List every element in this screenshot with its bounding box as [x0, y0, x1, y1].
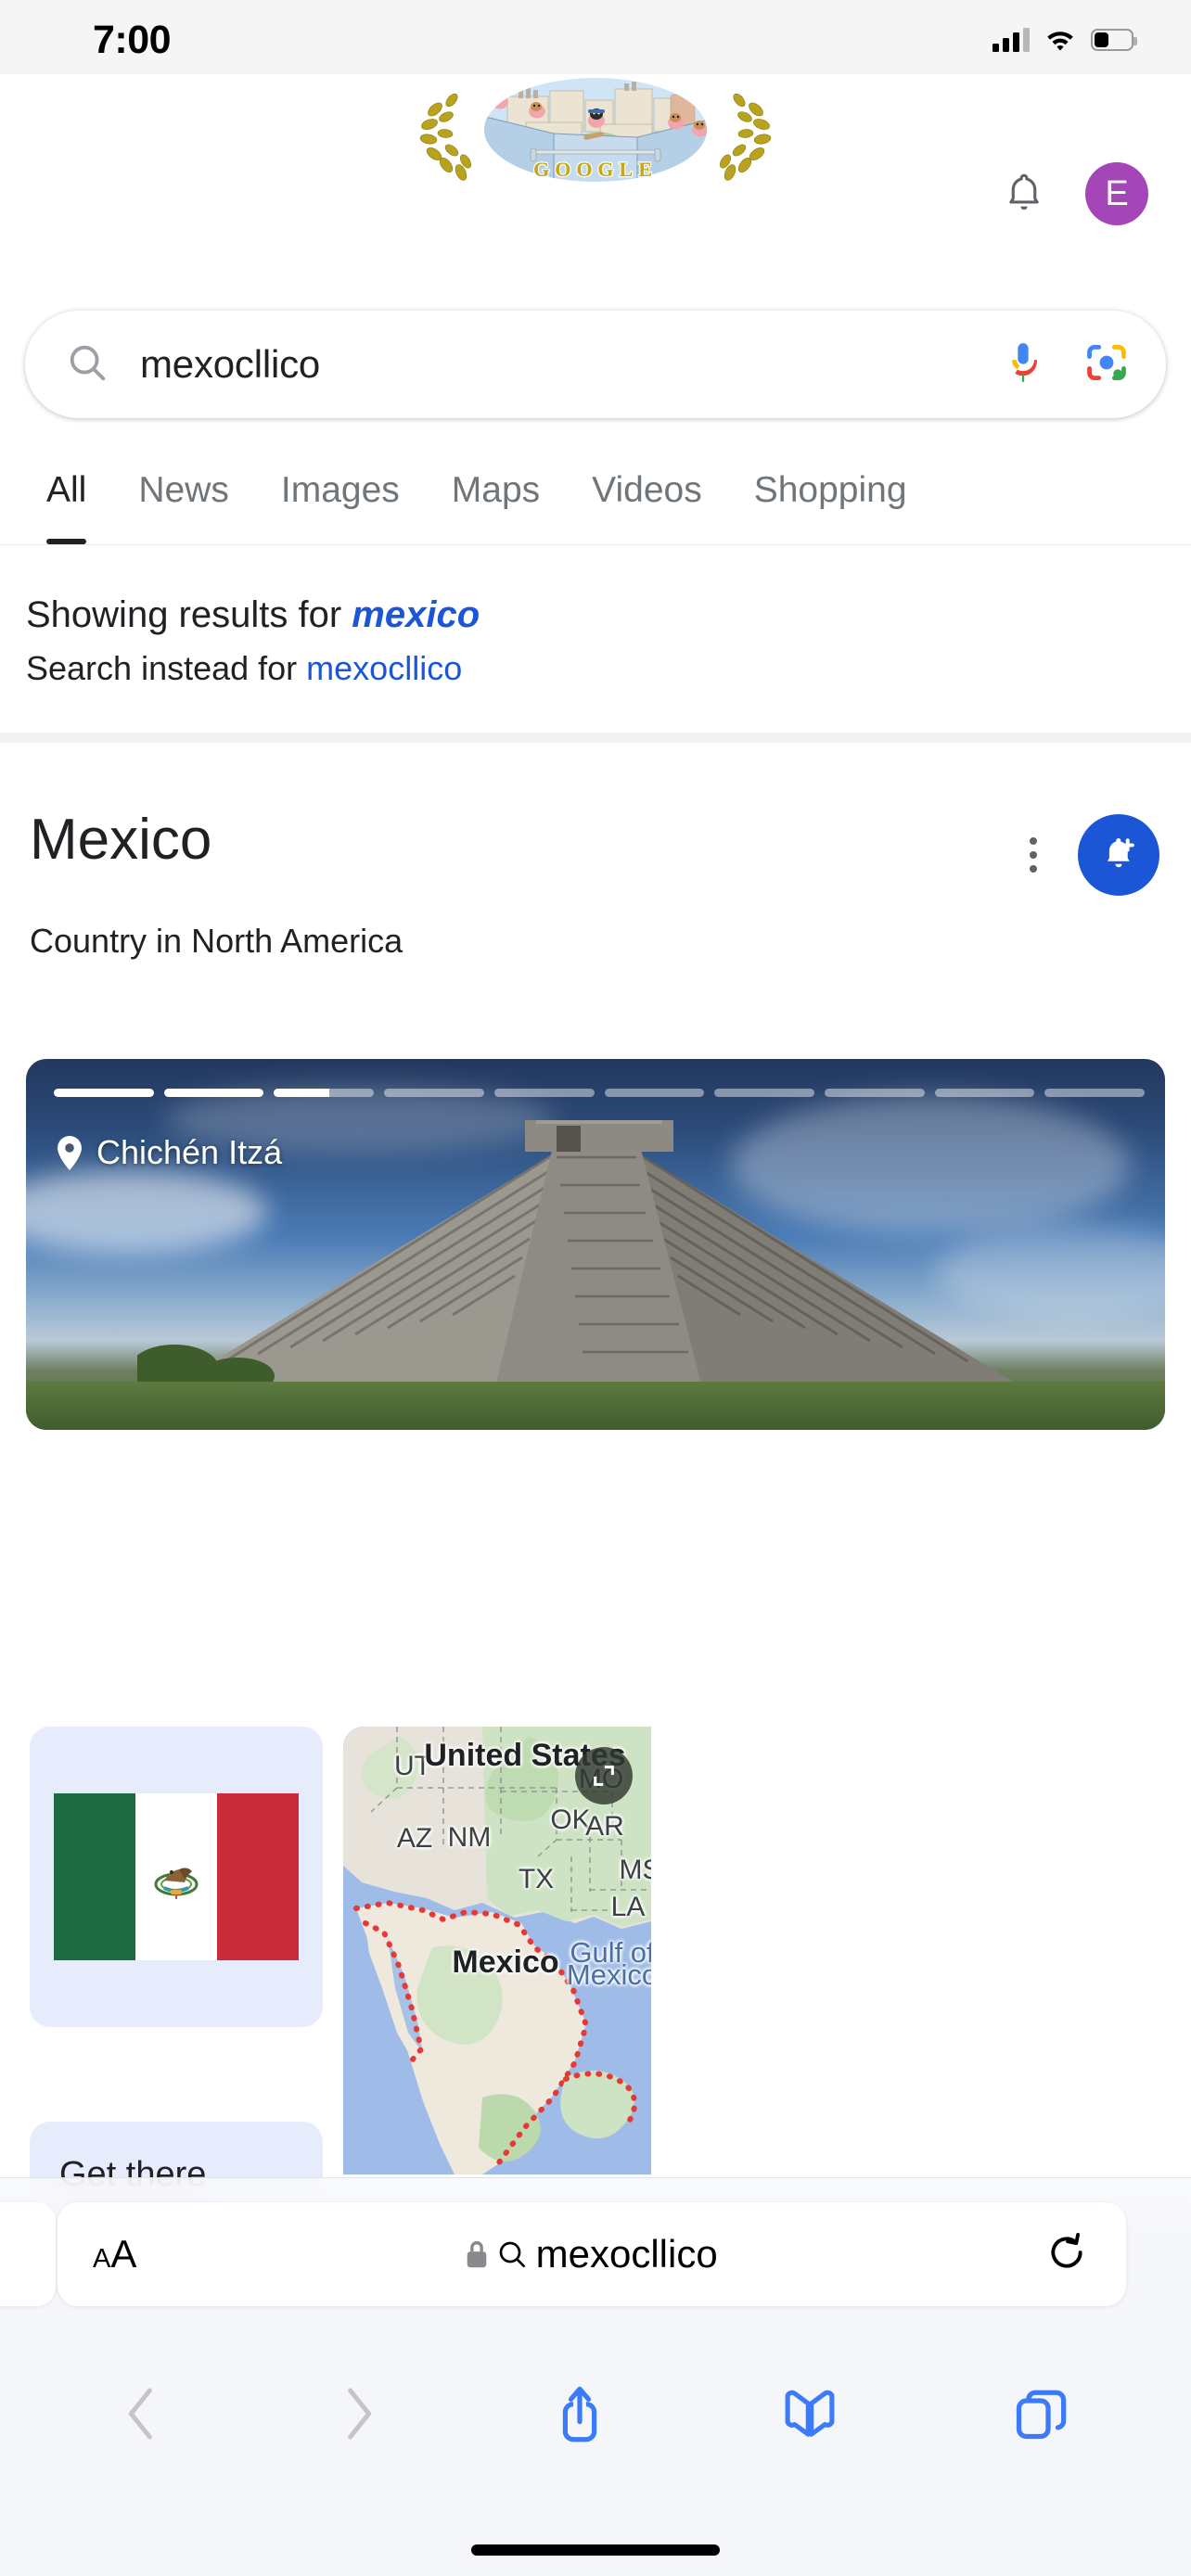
knowledge-panel-header: Mexico [0, 753, 1191, 896]
reload-icon[interactable] [1046, 2232, 1087, 2277]
add-notification-bell-icon[interactable] [1078, 814, 1159, 896]
phone-screen: 7:00 GOOGLE GOOGLE E mexocllico All News… [0, 0, 1191, 2576]
map-label: LA [610, 1892, 646, 1922]
search-instead-prefix: Search instead for [26, 649, 307, 687]
page-title: Mexico [30, 808, 212, 872]
home-indicator [471, 2544, 720, 2556]
flag-stripe-red [217, 1793, 299, 1960]
url-display[interactable]: mexocllico [136, 2232, 1046, 2276]
carousel-segment[interactable] [274, 1089, 375, 1097]
flag-stripe-white [135, 1793, 217, 1960]
safari-nav-bar [0, 2360, 1191, 2471]
map-card[interactable]: UTUnited StatesAZNMOKMOARMSTXLAMexicoGul… [343, 1727, 651, 2174]
carousel-segment[interactable] [163, 1089, 264, 1097]
grass-ground [26, 1382, 1165, 1430]
flag-stripe-green [54, 1793, 135, 1960]
search-box[interactable]: mexocllico [25, 311, 1166, 418]
carousel-progress[interactable] [54, 1089, 1146, 1097]
map-label: AR [585, 1811, 624, 1842]
tabs-button[interactable] [1016, 2388, 1068, 2444]
text-size-button[interactable]: AA [93, 2232, 136, 2276]
hero-caption: Chichén Itzá [58, 1133, 282, 1172]
url-text: mexocllico [535, 2232, 718, 2276]
search-icon [499, 2241, 525, 2267]
previous-tab-stub[interactable] [0, 2202, 56, 2306]
mexico-flag-card[interactable] [30, 1727, 323, 2027]
carousel-segment[interactable] [384, 1089, 484, 1097]
cellular-bars-icon [992, 28, 1030, 52]
original-term-link[interactable]: mexocllico [306, 649, 462, 687]
forward-button[interactable] [339, 2386, 377, 2446]
status-indicators [992, 28, 1137, 52]
search-instead-line: Search instead for mexocllico [26, 649, 1191, 688]
three-dots-menu-icon[interactable] [1015, 828, 1052, 882]
corrected-term[interactable]: mexico [352, 594, 480, 635]
carousel-segment[interactable] [934, 1089, 1035, 1097]
google-doodle-header: GOOGLE GOOGLE E [0, 74, 1191, 225]
address-bar[interactable]: AA mexocllico [58, 2202, 1126, 2306]
map-label: Mexico [566, 1958, 651, 1991]
svg-text:GOOGLE: GOOGLE [533, 158, 658, 181]
mexico-coat-of-arms-icon [154, 1868, 198, 1899]
back-button[interactable] [123, 2386, 160, 2446]
search-tabs: All News Images Maps Videos Shopping [0, 436, 1191, 545]
bell-icon[interactable] [1004, 172, 1044, 216]
showing-results-prefix: Showing results for [26, 594, 352, 635]
battery-icon [1091, 29, 1137, 51]
safari-bottom-bar: AA mexocllico [0, 2177, 1191, 2576]
microphone-icon[interactable] [1005, 340, 1042, 389]
carousel-segment[interactable] [1044, 1089, 1146, 1097]
tab-images[interactable]: Images [255, 436, 426, 544]
share-button[interactable] [556, 2383, 604, 2449]
expand-map-icon[interactable] [575, 1747, 633, 1804]
map-label: AZ [396, 1823, 433, 1854]
text-size-large-a: A [110, 2232, 137, 2276]
tab-maps[interactable]: Maps [426, 436, 566, 544]
tab-shopping[interactable]: Shopping [728, 436, 933, 544]
header-actions: E [1004, 162, 1148, 225]
map-label: TX [518, 1864, 555, 1894]
map-label: Mexico [452, 1945, 559, 1980]
status-bar: 7:00 [0, 0, 1191, 74]
lock-icon [467, 2240, 486, 2267]
tab-videos[interactable]: Videos [566, 436, 728, 544]
google-doodle-olympics-skateboarding[interactable]: GOOGLE GOOGLE [415, 76, 776, 184]
map-label: MS [619, 1855, 652, 1885]
text-size-small-a: A [93, 2244, 111, 2274]
hero-image-chichen-itza[interactable]: Chichén Itzá [26, 1059, 1165, 1430]
map-pin-icon [58, 1135, 82, 1170]
map-label: NM [447, 1822, 492, 1853]
tab-news[interactable]: News [112, 436, 255, 544]
hero-caption-text: Chichén Itzá [96, 1133, 283, 1171]
search-icon [66, 341, 109, 389]
carousel-segment[interactable] [54, 1089, 154, 1097]
mexico-flag [54, 1793, 299, 1960]
bookmarks-button[interactable] [783, 2388, 837, 2444]
spelling-suggestion: Showing results for mexico Search instea… [0, 546, 1191, 743]
carousel-segment[interactable] [493, 1089, 595, 1097]
knowledge-panel-subtitle: Country in North America [30, 922, 403, 960]
showing-results-line: Showing results for mexico [26, 594, 1191, 636]
knowledge-panel: Mexico Country in North America [0, 753, 1191, 961]
knowledge-panel-actions [1015, 814, 1159, 896]
wifi-icon [1044, 28, 1076, 52]
carousel-segment[interactable] [604, 1089, 705, 1097]
google-lens-icon[interactable] [1084, 340, 1129, 389]
search-actions [1005, 340, 1129, 389]
avatar[interactable]: E [1085, 162, 1148, 225]
carousel-segment[interactable] [824, 1089, 925, 1097]
status-time: 7:00 [93, 17, 172, 62]
search-input[interactable]: mexocllico [140, 342, 1005, 387]
tab-all[interactable]: All [20, 436, 112, 544]
carousel-segment[interactable] [714, 1089, 814, 1097]
